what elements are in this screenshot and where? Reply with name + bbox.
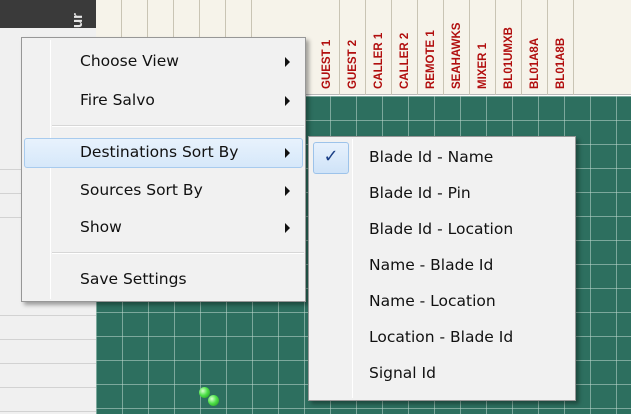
menu-item-sources-sort-by[interactable]: Sources Sort By [24, 176, 303, 206]
destination-column[interactable]: BL01UMXB [496, 0, 522, 95]
destination-label: CALLER 1 [373, 32, 385, 89]
submenu-arrow-icon [285, 223, 290, 233]
destination-column[interactable]: BL01A8B [548, 0, 574, 95]
destination-column[interactable]: GUEST 1 [314, 0, 340, 95]
destination-label: CALLER 2 [399, 32, 411, 89]
destination-label: BL01A8B [555, 37, 567, 89]
submenu-arrow-icon [285, 96, 290, 106]
destination-column[interactable]: REMOTE 1 [418, 0, 444, 95]
matrix-corner: ur [0, 0, 96, 28]
checked-indicator: ✓ [313, 142, 349, 174]
submenu-arrow-icon [285, 57, 290, 67]
source-row[interactable] [0, 388, 96, 412]
destination-label: SEAHAWKS [451, 22, 463, 89]
sort-option-label: Blade Id - Name [369, 148, 494, 166]
source-row[interactable] [0, 316, 96, 340]
menu-item-label: Save Settings [80, 270, 187, 288]
submenu-arrow-icon [285, 148, 290, 158]
submenu-arrow-icon [285, 186, 290, 196]
sort-option-label: Signal Id [369, 364, 436, 382]
destination-column[interactable]: CALLER 2 [392, 0, 418, 95]
destination-label: REMOTE 1 [425, 30, 437, 89]
sort-option-label: Name - Blade Id [369, 256, 494, 274]
menu-item-choose-view[interactable]: Choose View [24, 47, 303, 77]
context-menu: Choose View Fire Salvo Destinations Sort… [21, 37, 306, 302]
menu-separator [52, 125, 304, 127]
sort-option-blade-id-location[interactable]: Blade Id - Location [311, 212, 573, 248]
destination-column[interactable]: CALLER 1 [366, 0, 392, 95]
sort-option-location-blade-id[interactable]: Location - Blade Id [311, 320, 573, 356]
menu-item-destinations-sort-by[interactable]: Destinations Sort By [24, 138, 303, 168]
sort-option-label: Location - Blade Id [369, 328, 514, 346]
sort-option-name-blade-id[interactable]: Name - Blade Id [311, 248, 573, 284]
destination-column[interactable]: MIXER 1 [470, 0, 496, 95]
menu-item-label: Choose View [80, 52, 179, 70]
sort-option-name-location[interactable]: Name - Location [311, 284, 573, 320]
menu-item-save-settings[interactable]: Save Settings [24, 265, 303, 295]
sort-option-signal-id[interactable]: Signal Id [311, 356, 573, 392]
destination-label: GUEST 2 [347, 39, 359, 89]
destinations-sort-submenu: ✓ Blade Id - Name Blade Id - Pin Blade I… [308, 136, 576, 401]
sort-option-blade-id-name[interactable]: ✓ Blade Id - Name [311, 140, 573, 176]
corner-label: ur [69, 13, 86, 28]
menu-item-label: Destinations Sort By [80, 143, 239, 161]
menu-item-label: Show [80, 218, 122, 236]
menu-item-label: Sources Sort By [80, 181, 203, 199]
menu-item-label: Fire Salvo [80, 91, 155, 109]
menu-item-fire-salvo[interactable]: Fire Salvo [24, 86, 303, 116]
destination-label: BL01UMXB [503, 27, 515, 89]
sort-option-label: Blade Id - Pin [369, 184, 471, 202]
destination-column[interactable]: BL01A8A [522, 0, 548, 95]
destination-column[interactable]: SEAHAWKS [444, 0, 470, 95]
checkmark-icon: ✓ [323, 146, 339, 166]
menu-icon-gutter [50, 40, 51, 299]
menu-item-show[interactable]: Show [24, 213, 303, 243]
sort-option-label: Name - Location [369, 292, 496, 310]
sort-option-blade-id-pin[interactable]: Blade Id - Pin [311, 176, 573, 212]
destination-label: GUEST 1 [321, 39, 333, 89]
destination-column[interactable]: GUEST 2 [340, 0, 366, 95]
crosspoint-indicator[interactable] [208, 395, 219, 406]
destination-label: MIXER 1 [477, 42, 489, 89]
source-row[interactable] [0, 340, 96, 364]
sort-option-label: Blade Id - Location [369, 220, 514, 238]
destination-label: BL01A8A [529, 37, 541, 89]
menu-separator [52, 252, 304, 254]
source-row[interactable] [0, 364, 96, 388]
